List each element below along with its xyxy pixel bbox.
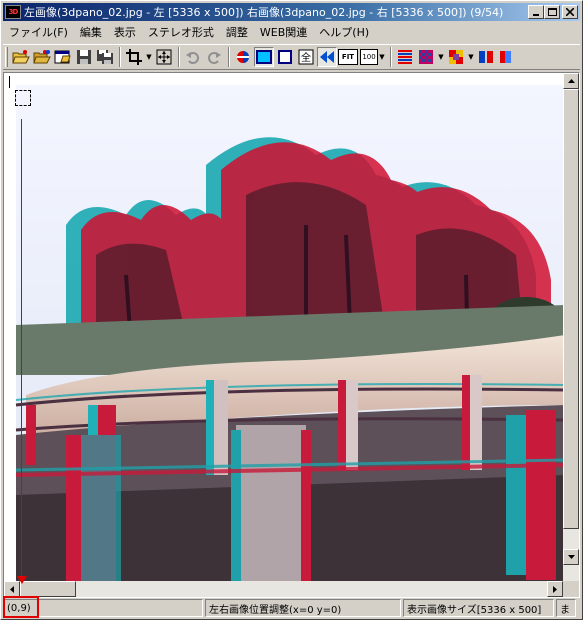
pattern-dropdown-icon[interactable]: ▼ [437,47,445,67]
menu-file[interactable]: ファイル(F) [3,24,74,40]
crop-dropdown-icon[interactable]: ▼ [145,47,153,67]
menu-web[interactable]: WEB関連 [254,24,313,40]
save-all-icon[interactable] [95,47,115,67]
zoom-dropdown-icon[interactable]: ▼ [378,47,386,67]
origin-marker [9,76,17,88]
status-overflow: ま [556,599,576,617]
status-image-size: 表示画像サイズ[5336 x 500] [403,599,554,617]
view-single-icon[interactable] [254,47,274,67]
open-window-icon[interactable] [53,47,73,67]
title-bar[interactable]: 3D 左画像(3dpano_02.jpg - 左 [5336 x 500]) 右… [3,3,580,21]
fit-button[interactable]: FIT [338,49,358,65]
status-adjust: 左右画像位置調整(x=0 y=0) [205,599,401,617]
scroll-up-button[interactable] [563,73,579,89]
crop-icon[interactable] [124,47,144,67]
vertical-scroll-thumb[interactable] [563,89,579,529]
menu-adjust[interactable]: 調整 [220,24,254,40]
coords-highlight-box [3,596,39,618]
zoom-100-button[interactable]: 100 [360,49,378,65]
move-icon[interactable] [154,47,174,67]
anaglyph-icon[interactable] [497,47,517,67]
minimize-button[interactable] [528,5,544,19]
scroll-corner [563,581,579,597]
undo-icon[interactable] [183,47,203,67]
save-icon[interactable] [74,47,94,67]
annotation-guide-line [21,119,22,579]
toolbar: ▼ 全 FIT 100 ▼ ▼ ▼ [3,44,580,70]
app-icon[interactable]: 3D [5,5,21,19]
status-bar: (0,9) 左右画像位置調整(x=0 y=0) 表示画像サイズ[5336 x 5… [3,599,580,617]
toolbar-separator [228,47,230,67]
menu-bar: ファイル(F) 編集 表示 ステレオ形式 調整 WEB関連 ヘルプ(H) [3,22,580,41]
open-folder-icon[interactable] [11,47,31,67]
toolbar-separator [119,47,121,67]
toolbar-separator [178,47,180,67]
mosaic-dropdown-icon[interactable]: ▼ [467,47,475,67]
menu-help[interactable]: ヘルプ(H) [313,24,375,40]
view-frame-icon[interactable] [275,47,295,67]
mosaic-icon[interactable] [446,47,466,67]
close-button[interactable] [562,5,578,19]
horizontal-scroll-thumb[interactable] [20,581,76,597]
fullscreen-icon[interactable]: 全 [296,47,316,67]
scroll-right-button[interactable] [547,581,563,597]
color-balance-icon[interactable] [233,47,253,67]
app-window: 3D 左画像(3dpano_02.jpg - 左 [5336 x 500]) 右… [0,0,583,620]
stereo-anaglyph-image [6,75,565,581]
maximize-button[interactable] [544,5,560,19]
swap-lr-icon[interactable] [317,47,337,67]
redo-icon[interactable] [204,47,224,67]
line-interlace-icon[interactable] [395,47,415,67]
vertical-scrollbar[interactable] [563,73,579,581]
image-viewport[interactable] [3,72,580,598]
menu-view[interactable]: 表示 [108,24,142,40]
selection-rectangle[interactable] [15,90,31,106]
svg-text:全: 全 [301,51,311,64]
toolbar-separator [390,47,392,67]
scroll-down-button[interactable] [563,549,579,565]
annotation-arrow-icon [17,576,27,584]
window-title: 左画像(3dpano_02.jpg - 左 [5336 x 500]) 右画像(… [24,6,504,19]
menu-edit[interactable]: 編集 [74,24,108,40]
open-pair-icon[interactable] [32,47,52,67]
toolbar-grip[interactable] [5,47,8,67]
checker-icon[interactable] [416,47,436,67]
side-by-side-icon[interactable] [476,47,496,67]
menu-stereo-format[interactable]: ステレオ形式 [142,24,220,40]
horizontal-scrollbar[interactable] [4,581,563,597]
